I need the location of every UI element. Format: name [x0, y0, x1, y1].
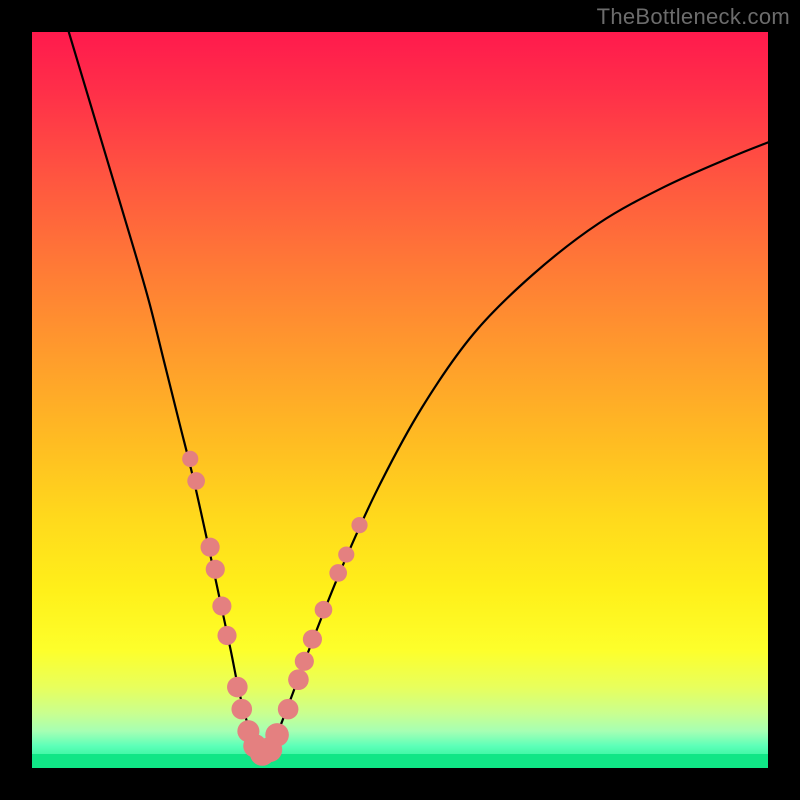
data-marker [351, 517, 367, 533]
plot-area [32, 32, 768, 768]
data-marker [227, 677, 248, 698]
data-marker [303, 630, 322, 649]
data-marker [329, 564, 347, 582]
curve-path [69, 32, 768, 753]
data-marker [201, 538, 220, 557]
bottleneck-chart [32, 32, 768, 768]
data-marker [182, 451, 198, 467]
watermark-text: TheBottleneck.com [597, 4, 790, 30]
data-marker [288, 669, 309, 690]
data-marker [187, 472, 205, 490]
data-marker [278, 699, 299, 720]
chart-frame: TheBottleneck.com [0, 0, 800, 800]
data-marker [231, 699, 252, 720]
data-marker [295, 652, 314, 671]
data-marker [206, 560, 225, 579]
data-marker [217, 626, 236, 645]
data-marker [315, 601, 333, 619]
data-marker [212, 597, 231, 616]
data-marker [265, 723, 289, 747]
data-marker [338, 546, 354, 562]
